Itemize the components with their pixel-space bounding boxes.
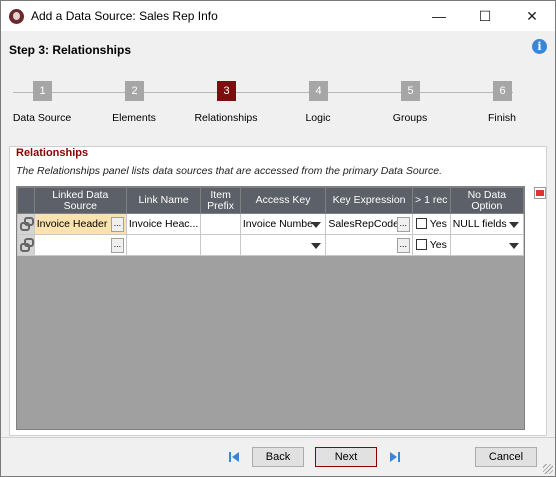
window-title: Add a Data Source: Sales Rep Info (31, 9, 218, 23)
ellipsis-button[interactable]: ... (110, 237, 124, 253)
step-4-box[interactable]: 4 (309, 81, 328, 101)
more-than-one-rec-cell[interactable]: Yes (411, 213, 451, 235)
row-link-handle[interactable] (17, 213, 35, 235)
last-step-icon[interactable] (390, 452, 400, 462)
key-expression-value: SalesRepCode (328, 217, 399, 230)
no-data-option-value: NULL fields (452, 217, 507, 230)
step-2-box[interactable]: 2 (125, 81, 144, 101)
key-expression-cell[interactable]: SalesRepCode... (325, 213, 413, 235)
access-key-cell[interactable] (239, 234, 327, 256)
section-title: Relationships (16, 147, 89, 159)
item-prefix-value (203, 215, 238, 234)
step-3-box[interactable]: 3 (217, 81, 236, 101)
close-button[interactable]: ✕ (509, 1, 555, 31)
dropdown-arrow-icon[interactable] (311, 221, 322, 228)
relationships-grid: Linked Data Source Link Name Item Prefix… (16, 186, 525, 430)
step-title: Step 3: Relationships (9, 43, 132, 57)
no-data-option-cell[interactable] (449, 234, 525, 256)
table-row: Invoice Header... Invoice Heac... Invoic… (17, 213, 525, 235)
first-step-icon[interactable] (229, 452, 239, 462)
step-5-label: Groups (392, 112, 428, 124)
yes-checkbox[interactable] (415, 218, 427, 230)
col-linked-data-source[interactable]: Linked Data Source (33, 187, 127, 214)
link-name-cell[interactable]: Invoice Heac... (125, 213, 202, 235)
step-6-label: Finish (487, 112, 516, 124)
dropdown-arrow-icon[interactable] (509, 242, 519, 249)
back-button[interactable]: Back (252, 447, 304, 467)
link-name-value: Invoice Heac... (128, 217, 199, 230)
no-data-option-cell[interactable]: NULL fields (449, 213, 525, 235)
title-bar: Add a Data Source: Sales Rep Info — ☐ ✕ (1, 1, 555, 31)
ellipsis-button[interactable]: ... (110, 216, 124, 232)
item-prefix-cell[interactable] (200, 234, 241, 256)
delete-row-icon[interactable] (534, 187, 546, 199)
dialog-window: Add a Data Source: Sales Rep Info — ☐ ✕ … (0, 0, 556, 477)
ellipsis-button[interactable]: ... (396, 237, 410, 253)
ellipsis-button[interactable]: ... (396, 216, 410, 232)
col-no-data-option[interactable]: No Data Option (449, 187, 525, 214)
access-key-value: Invoice Numbe (242, 217, 313, 230)
col-item-prefix[interactable]: Item Prefix (200, 187, 241, 214)
linked-data-source-cell[interactable]: Invoice Header... (33, 213, 127, 235)
footer-divider (1, 437, 555, 438)
relationships-table: Linked Data Source Link Name Item Prefix… (17, 187, 525, 256)
resize-grip-icon[interactable] (543, 464, 553, 474)
grid-header-row: Linked Data Source Link Name Item Prefix… (17, 187, 525, 214)
col-key-expression[interactable]: Key Expression (325, 187, 413, 214)
step-5-box[interactable]: 5 (401, 81, 420, 101)
link-name-value (129, 236, 198, 255)
step-1-box[interactable]: 1 (33, 81, 52, 101)
step-6-box[interactable]: 6 (493, 81, 512, 101)
item-prefix-cell[interactable] (200, 213, 241, 235)
link-name-cell[interactable] (125, 234, 202, 256)
dropdown-arrow-icon[interactable] (311, 242, 322, 249)
yes-label: Yes (429, 238, 447, 251)
maximize-button[interactable]: ☐ (462, 1, 508, 31)
link-icon (20, 238, 34, 252)
table-row: ... ... Yes (17, 234, 525, 256)
key-expression-cell[interactable]: ... (325, 234, 413, 256)
step-1-label: Data Source (12, 112, 72, 124)
row-header-corner (17, 187, 35, 214)
step-3-label: Relationships (194, 112, 258, 124)
relationships-panel: Relationships The Relationships panel li… (9, 146, 547, 436)
yes-checkbox[interactable] (415, 239, 427, 251)
section-description: The Relationships panel lists data sourc… (16, 165, 443, 177)
col-access-key[interactable]: Access Key (239, 187, 327, 214)
cancel-button[interactable]: Cancel (475, 447, 537, 467)
step-4-label: Logic (305, 112, 331, 124)
col-more-than-one-rec[interactable]: > 1 rec (411, 187, 451, 214)
step-2-label: Elements (112, 112, 156, 124)
item-prefix-value (203, 236, 238, 255)
wizard-header: Step 3: Relationships i 1 2 3 4 5 6 Data… (1, 31, 555, 146)
next-button[interactable]: Next (315, 447, 377, 467)
col-link-name[interactable]: Link Name (125, 187, 202, 214)
app-icon (9, 9, 24, 24)
more-than-one-rec-cell[interactable]: Yes (411, 234, 451, 256)
step-progress-line (13, 92, 513, 93)
dropdown-arrow-icon[interactable] (509, 221, 519, 228)
yes-label: Yes (429, 217, 447, 230)
row-link-handle[interactable] (17, 234, 35, 256)
info-icon[interactable]: i (532, 39, 547, 54)
access-key-cell[interactable]: Invoice Numbe (239, 213, 327, 235)
linked-data-source-cell[interactable]: ... (33, 234, 127, 256)
link-icon (20, 217, 34, 231)
minimize-button[interactable]: — (416, 1, 462, 31)
linked-data-source-value: Invoice Header (36, 217, 108, 230)
